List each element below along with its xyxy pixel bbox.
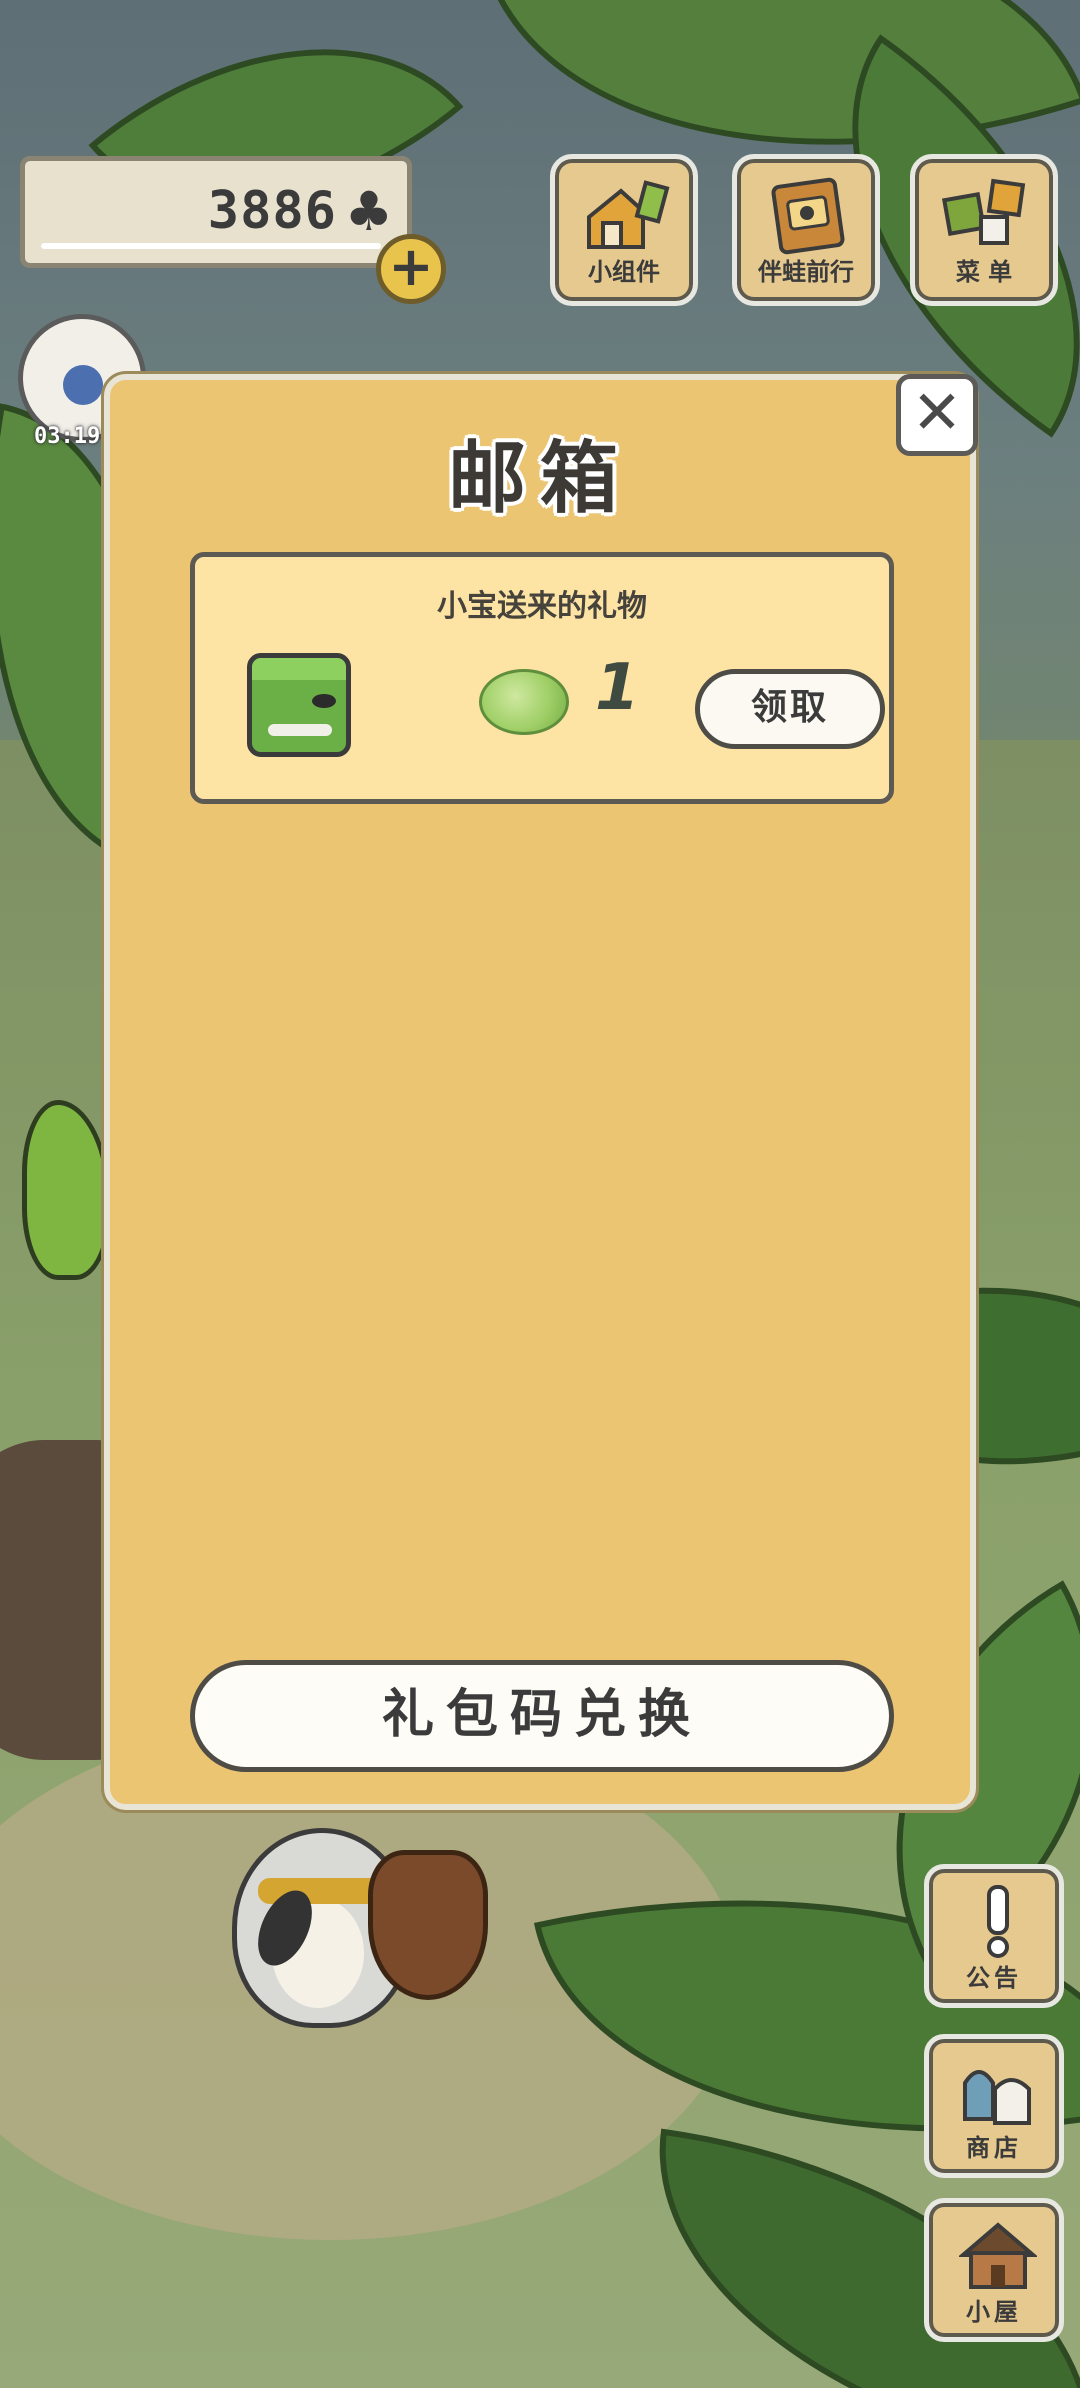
menu-button[interactable]: 菜 单 <box>910 154 1058 306</box>
house-icon <box>959 2222 1037 2289</box>
mailbox-panel: 邮箱 小宝送来的礼物 1 领取 礼包码兑换 <box>104 374 976 1810</box>
timer-text: 03:19 <box>34 424 101 449</box>
mail-item: 小宝送来的礼物 1 领取 <box>190 552 894 804</box>
close-icon: ✕ <box>911 378 963 448</box>
announcement-label: 公告 <box>966 1964 1022 1992</box>
widget-icon <box>587 180 670 249</box>
exclamation-icon <box>987 1885 1009 1958</box>
shop-bags-icon <box>963 2070 1031 2125</box>
bird-icon <box>63 365 103 405</box>
backpack-basket <box>368 1850 488 2000</box>
menu-button-label: 菜 单 <box>955 258 1013 286</box>
book-icon <box>771 177 845 255</box>
avatar-mouth <box>268 724 332 736</box>
item-quantity: 1 <box>595 651 640 725</box>
plus-icon: + <box>388 235 434 298</box>
companion-button-label: 伴蛙前行 <box>758 258 854 286</box>
frog-avatar-icon <box>247 653 351 757</box>
menu-cards-icon <box>941 178 1026 245</box>
avatar-hat <box>252 658 346 680</box>
cabbage-icon <box>479 669 569 735</box>
announcement-button[interactable]: 公告 <box>924 1864 1064 2008</box>
widget-button-label: 小组件 <box>588 258 660 286</box>
house-label: 小屋 <box>966 2298 1022 2326</box>
shop-button[interactable]: 商店 <box>924 2034 1064 2178</box>
clover-counter: 3886 ♣ <box>20 156 412 268</box>
mail-title: 小宝送来的礼物 <box>437 589 647 624</box>
avatar-eye <box>312 694 336 708</box>
close-button[interactable]: ✕ <box>896 374 978 456</box>
companion-button[interactable]: 伴蛙前行 <box>732 154 880 306</box>
mailbox-title: 邮箱 <box>447 434 632 524</box>
clover-icon: ♣ <box>344 180 393 243</box>
add-clover-button[interactable]: + <box>376 234 446 304</box>
clover-count: 3886 <box>207 181 337 241</box>
shop-label: 商店 <box>966 2134 1022 2162</box>
counter-underline <box>41 243 381 249</box>
house-button[interactable]: 小屋 <box>924 2198 1064 2342</box>
widget-button[interactable]: 小组件 <box>550 154 698 306</box>
claim-button[interactable]: 领取 <box>695 669 885 749</box>
redeem-code-button[interactable]: 礼包码兑换 <box>190 1660 894 1772</box>
